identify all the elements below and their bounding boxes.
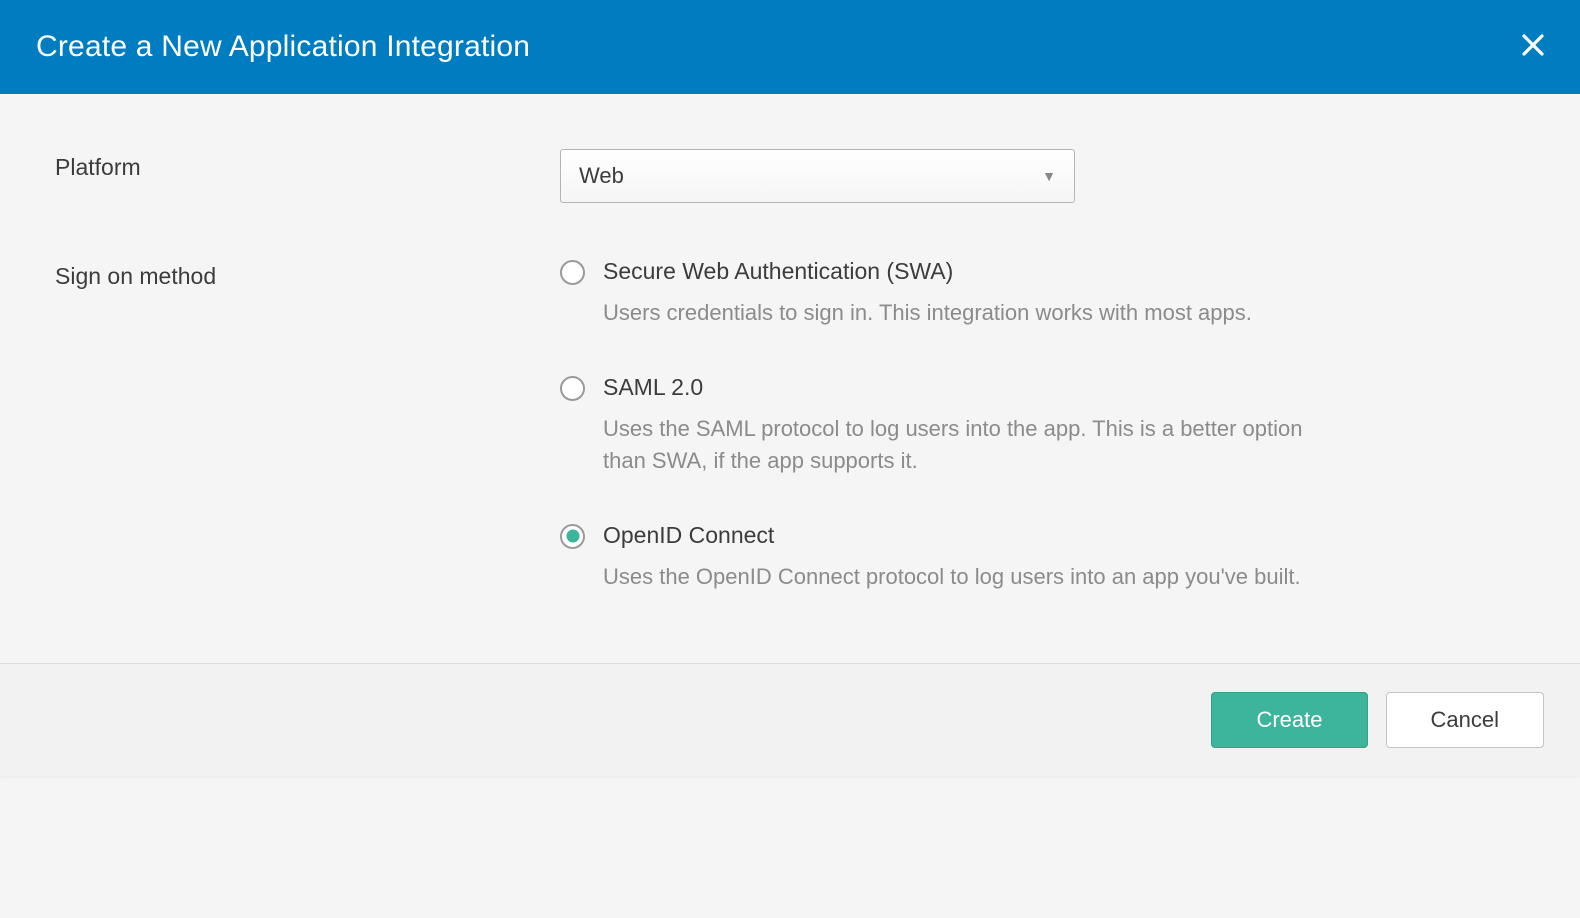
radio-input-swa[interactable] (560, 260, 585, 285)
platform-row: Platform Web ▼ (55, 149, 1525, 203)
create-app-integration-modal: Create a New Application Integration Pla… (0, 0, 1580, 776)
signon-control: Secure Web Authentication (SWA) Users cr… (560, 258, 1525, 593)
chevron-down-icon: ▼ (1042, 168, 1056, 184)
radio-input-saml[interactable] (560, 376, 585, 401)
radio-desc-swa: Users credentials to sign in. This integ… (603, 297, 1343, 329)
close-icon[interactable] (1522, 32, 1544, 62)
modal-footer: Create Cancel (0, 663, 1580, 776)
modal-title: Create a New Application Integration (36, 30, 530, 64)
radio-content: Secure Web Authentication (SWA) Users cr… (603, 258, 1525, 329)
modal-body: Platform Web ▼ Sign on method Secure Web… (0, 94, 1580, 663)
modal-header: Create a New Application Integration (0, 0, 1580, 94)
radio-content: SAML 2.0 Uses the SAML protocol to log u… (603, 374, 1525, 477)
radio-input-oidc[interactable] (560, 524, 585, 549)
radio-label-saml[interactable]: SAML 2.0 (603, 374, 1525, 401)
radio-content: OpenID Connect Uses the OpenID Connect p… (603, 522, 1525, 593)
radio-desc-oidc: Uses the OpenID Connect protocol to log … (603, 561, 1343, 593)
platform-control: Web ▼ (560, 149, 1525, 203)
signon-option-swa: Secure Web Authentication (SWA) Users cr… (560, 258, 1525, 329)
radio-desc-saml: Uses the SAML protocol to log users into… (603, 413, 1343, 477)
cancel-button[interactable]: Cancel (1386, 692, 1544, 748)
platform-dropdown[interactable]: Web ▼ (560, 149, 1075, 203)
radio-label-swa[interactable]: Secure Web Authentication (SWA) (603, 258, 1525, 285)
radio-label-oidc[interactable]: OpenID Connect (603, 522, 1525, 549)
platform-label: Platform (55, 149, 560, 181)
platform-selected-value: Web (579, 163, 624, 189)
signon-option-oidc: OpenID Connect Uses the OpenID Connect p… (560, 522, 1525, 593)
signon-radio-group: Secure Web Authentication (SWA) Users cr… (560, 258, 1525, 593)
signon-row: Sign on method Secure Web Authentication… (55, 258, 1525, 593)
create-button[interactable]: Create (1211, 692, 1367, 748)
signon-label: Sign on method (55, 258, 560, 290)
signon-option-saml: SAML 2.0 Uses the SAML protocol to log u… (560, 374, 1525, 477)
